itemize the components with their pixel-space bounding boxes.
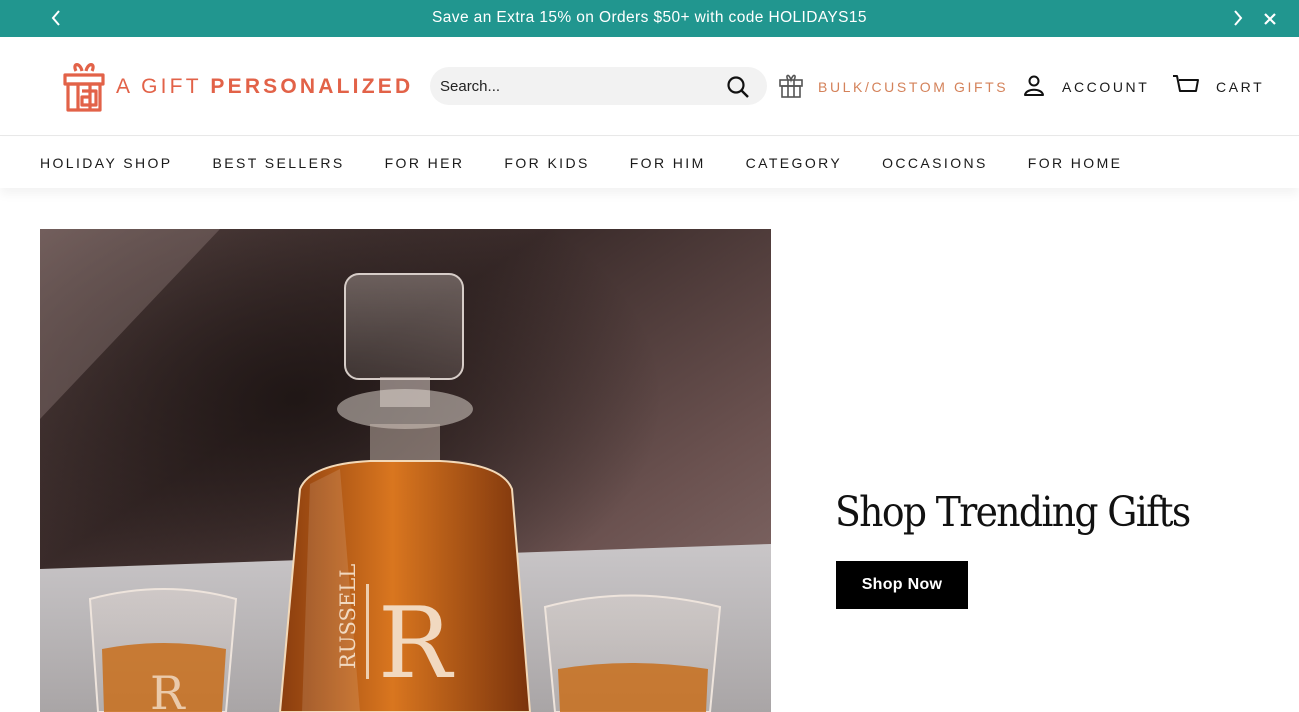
main-nav: HOLIDAY SHOP BEST SELLERS FOR HER FOR KI… bbox=[0, 137, 1299, 188]
logo-word-gift: GIFT bbox=[141, 75, 202, 98]
search-icon[interactable] bbox=[726, 75, 750, 99]
site-logo[interactable]: A GIFT PERSONALIZED bbox=[60, 61, 410, 113]
logo-wordmark: A GIFT PERSONALIZED bbox=[116, 75, 413, 99]
engraving-name: RUSSELL bbox=[336, 564, 360, 669]
gift-box-logo-icon bbox=[60, 61, 108, 113]
cart-link[interactable]: CART bbox=[1172, 73, 1264, 101]
cart-icon bbox=[1172, 73, 1200, 102]
search-input[interactable] bbox=[440, 67, 720, 105]
nav-item-holiday-shop[interactable]: HOLIDAY SHOP bbox=[40, 155, 173, 171]
gift-icon bbox=[778, 72, 804, 103]
cart-label: CART bbox=[1216, 79, 1265, 95]
chevron-right-icon[interactable] bbox=[1228, 8, 1248, 28]
user-icon bbox=[1022, 73, 1046, 102]
nav-item-category[interactable]: CATEGORY bbox=[746, 155, 842, 171]
hero-image: RUSSELL R R bbox=[40, 229, 771, 712]
nav-item-for-him[interactable]: FOR HIM bbox=[630, 155, 706, 171]
close-icon[interactable] bbox=[1260, 9, 1280, 29]
announcement-message[interactable]: Save an Extra 15% on Orders $50+ with co… bbox=[0, 0, 1299, 37]
nav-item-best-sellers[interactable]: BEST SELLERS bbox=[213, 155, 345, 171]
logo-word-a: A bbox=[116, 75, 133, 98]
hero-title: Shop Trending Gifts bbox=[835, 488, 1191, 536]
nav-item-for-kids[interactable]: FOR KIDS bbox=[504, 155, 589, 171]
site-header: A GIFT PERSONALIZED BULK/CUSTOM GIFTS AC… bbox=[0, 37, 1299, 136]
nav-item-for-home[interactable]: FOR HOME bbox=[1028, 155, 1123, 171]
nav-item-for-her[interactable]: FOR HER bbox=[385, 155, 465, 171]
announcement-bar: Save an Extra 15% on Orders $50+ with co… bbox=[0, 0, 1299, 37]
shop-now-button[interactable]: Shop Now bbox=[836, 561, 968, 609]
bulk-custom-gifts-label: BULK/CUSTOM GIFTS bbox=[818, 79, 1009, 95]
account-label: ACCOUNT bbox=[1062, 79, 1150, 95]
account-link[interactable]: ACCOUNT bbox=[1022, 73, 1149, 101]
nav-item-occasions[interactable]: OCCASIONS bbox=[882, 155, 988, 171]
logo-word-personalized: PERSONALIZED bbox=[210, 75, 414, 98]
bulk-custom-gifts-link[interactable]: BULK/CUSTOM GIFTS bbox=[778, 73, 1008, 101]
search-bar bbox=[430, 67, 767, 105]
left-glass-initial: R bbox=[150, 666, 186, 712]
engraving-initial: R bbox=[378, 587, 455, 701]
